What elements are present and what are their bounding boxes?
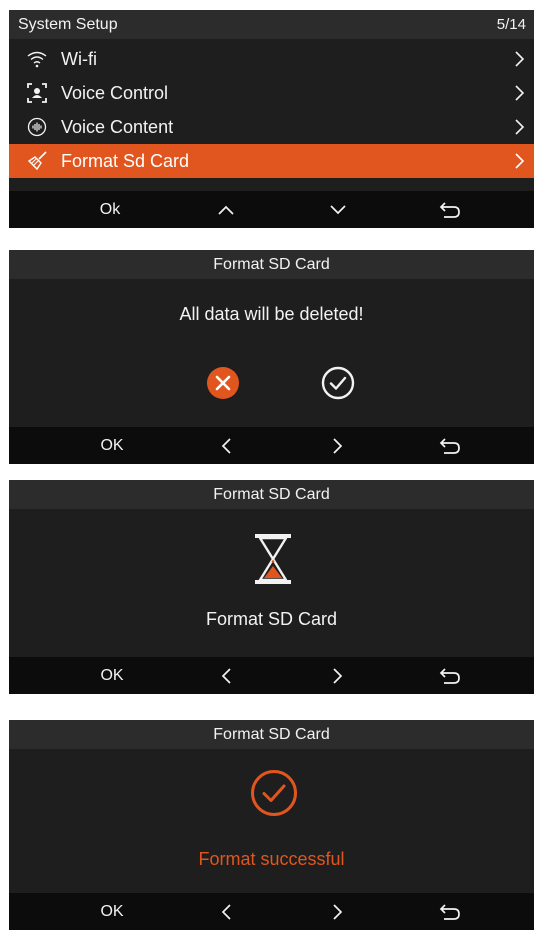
chevron-right-icon [515, 119, 525, 140]
menu-item-label: Voice Content [61, 116, 174, 137]
menu-item-voice-content[interactable]: Voice Content [9, 110, 534, 144]
bottom-control-bar: OK [9, 893, 534, 930]
bottom-control-bar: OK [9, 427, 534, 464]
dialog-title: Format SD Card [213, 725, 330, 743]
menu-item-wifi[interactable]: Wi-fi [9, 42, 534, 76]
menu-item-label: Wi-fi [61, 48, 97, 69]
menu-header: System Setup 5/14 [9, 10, 534, 39]
success-check-icon [250, 769, 298, 817]
voice-control-icon [26, 82, 48, 104]
chevron-up-icon[interactable] [215, 191, 237, 228]
menu-item-format-sd-card[interactable]: Format Sd Card [9, 144, 534, 178]
warning-message: All data will be deleted! [179, 304, 364, 324]
menu-item-label: Format Sd Card [61, 150, 190, 171]
ok-button[interactable]: OK [82, 893, 142, 930]
dialog-header: Format SD Card [9, 480, 534, 509]
chevron-right-icon[interactable] [328, 427, 348, 464]
page-counter: 5/14 [496, 16, 526, 33]
chevron-right-icon [515, 51, 525, 72]
ok-button[interactable]: Ok [80, 191, 140, 228]
hourglass-icon [253, 532, 293, 586]
chevron-left-icon[interactable] [216, 893, 236, 930]
dialog-title: Format SD Card [213, 485, 330, 503]
chevron-right-icon[interactable] [328, 893, 348, 930]
chevron-left-icon[interactable] [216, 657, 236, 694]
bottom-control-bar: OK [9, 657, 534, 694]
success-message: Format successful [198, 849, 345, 869]
menu-list: Wi-fi Voice Control Voice Content Format… [9, 39, 534, 178]
menu-title: System Setup [18, 15, 118, 33]
confirm-icon[interactable] [321, 366, 355, 400]
chevron-right-icon [515, 153, 525, 174]
format-confirm-screen: Format SD Card All data will be deleted!… [9, 250, 534, 464]
dialog-header: Format SD Card [9, 250, 534, 279]
wifi-icon [26, 48, 48, 70]
dialog-header: Format SD Card [9, 720, 534, 749]
cancel-icon[interactable] [206, 366, 240, 400]
back-arrow-icon[interactable] [437, 657, 463, 694]
ok-button[interactable]: OK [82, 657, 142, 694]
menu-item-label: Voice Control [61, 82, 169, 103]
system-setup-screen: System Setup 5/14 Wi-fi Voice Control Vo… [9, 10, 534, 228]
voice-content-icon [26, 116, 48, 138]
ok-button[interactable]: OK [82, 427, 142, 464]
chevron-left-icon[interactable] [216, 427, 236, 464]
format-success-screen: Format SD Card Format successful OK [9, 720, 534, 930]
format-progress-screen: Format SD Card Format SD Card OK [9, 480, 534, 694]
back-arrow-icon[interactable] [437, 427, 463, 464]
broom-icon [26, 150, 48, 172]
chevron-right-icon[interactable] [328, 657, 348, 694]
menu-item-voice-control[interactable]: Voice Control [9, 76, 534, 110]
back-arrow-icon[interactable] [437, 893, 463, 930]
progress-message: Format SD Card [205, 609, 338, 629]
back-arrow-icon[interactable] [437, 191, 463, 228]
chevron-right-icon [515, 85, 525, 106]
dialog-title: Format SD Card [213, 255, 330, 273]
chevron-down-icon[interactable] [327, 191, 349, 228]
bottom-control-bar: Ok [9, 191, 534, 228]
